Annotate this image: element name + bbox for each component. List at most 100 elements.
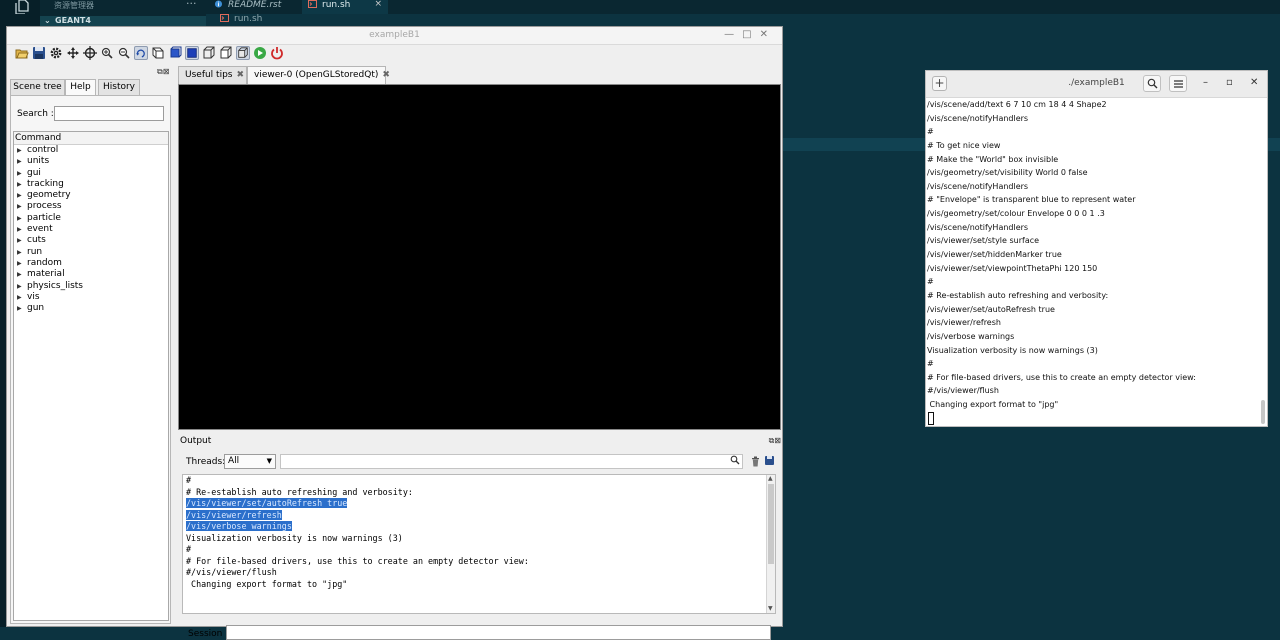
session-input[interactable]: [226, 625, 771, 640]
perspective-icon[interactable]: [151, 46, 165, 60]
zoom-in-icon[interactable]: [100, 46, 114, 60]
command-label: physics_lists: [27, 280, 83, 291]
output-filter-input[interactable]: [280, 454, 743, 469]
solid-icon[interactable]: [185, 46, 199, 60]
command-item[interactable]: ▶ event: [14, 224, 168, 235]
editor-tab-run-sh[interactable]: run.sh ×: [302, 0, 388, 14]
chevron-right-icon[interactable]: ▶: [17, 179, 27, 190]
more-actions-icon[interactable]: ···: [186, 0, 197, 10]
command-tree[interactable]: Command ▶ control ▶ units ▶ gui ▶ tracking ▶ geom…: [13, 131, 169, 621]
scroll-up-icon[interactable]: ▲: [768, 475, 773, 482]
shell-file-icon: [220, 14, 229, 22]
command-item[interactable]: ▶ vis: [14, 292, 168, 303]
maximize-icon[interactable]: ▫: [1226, 77, 1233, 88]
chevron-right-icon[interactable]: ▶: [17, 281, 27, 292]
save-icon[interactable]: [32, 46, 46, 60]
command-item[interactable]: ▶ cuts: [14, 235, 168, 246]
output-scrollbar[interactable]: ▲ ▼: [766, 475, 775, 613]
tab-useful-tips[interactable]: Useful tips ✖: [178, 66, 247, 84]
terminal-line: #: [927, 127, 934, 137]
threads-select[interactable]: All ▼: [224, 454, 276, 469]
command-item[interactable]: ▶ particle: [14, 213, 168, 224]
command-item[interactable]: ▶ material: [14, 269, 168, 280]
explorer-folder[interactable]: ⌄ GEANT4: [40, 16, 206, 26]
open-icon[interactable]: [15, 46, 29, 60]
command-item[interactable]: ▶ tracking: [14, 179, 168, 190]
output-line-text: #/vis/viewer/flush: [186, 567, 277, 577]
command-item[interactable]: ▶ geometry: [14, 190, 168, 201]
output-text[interactable]: # # Re-establish auto refreshing and verb…: [182, 474, 776, 614]
minimize-icon[interactable]: –: [1203, 77, 1208, 88]
chevron-right-icon[interactable]: ▶: [17, 213, 27, 224]
tab-help[interactable]: Help: [65, 79, 96, 96]
chevron-down-icon: ▼: [266, 457, 272, 465]
close-icon[interactable]: ✖: [382, 67, 390, 84]
chevron-right-icon[interactable]: ▶: [17, 168, 27, 179]
chevron-right-icon[interactable]: ▶: [17, 303, 27, 314]
chevron-right-icon[interactable]: ▶: [17, 247, 27, 258]
command-item[interactable]: ▶ run: [14, 247, 168, 258]
scroll-down-icon[interactable]: ▼: [768, 605, 773, 612]
terminal-scrollbar[interactable]: [1261, 400, 1265, 424]
terminal-search-button[interactable]: [1143, 75, 1161, 92]
files-icon[interactable]: [15, 0, 29, 14]
exit-icon[interactable]: [270, 46, 284, 60]
editor-tab-readme[interactable]: README.rst: [206, 0, 301, 14]
tab-history[interactable]: History: [98, 79, 140, 95]
minimize-icon[interactable]: —: [724, 29, 742, 40]
zoom-out-icon[interactable]: [117, 46, 131, 60]
gear-icon[interactable]: [49, 46, 63, 60]
run-icon[interactable]: [253, 46, 267, 60]
close-icon[interactable]: ✕: [760, 29, 776, 40]
hidden-line-icon[interactable]: [219, 46, 233, 60]
window-titlebar[interactable]: exampleB1 —□✕: [7, 27, 782, 45]
chevron-right-icon[interactable]: ▶: [17, 145, 27, 156]
scrollbar-thumb[interactable]: [768, 484, 774, 564]
command-item[interactable]: ▶ process: [14, 201, 168, 212]
surface-icon[interactable]: [236, 46, 250, 60]
command-item[interactable]: ▶ control: [14, 145, 168, 156]
ortho-icon[interactable]: [168, 46, 182, 60]
chevron-right-icon[interactable]: ▶: [17, 156, 27, 167]
command-item[interactable]: ▶ random: [14, 258, 168, 269]
command-label: tracking: [27, 178, 64, 189]
close-icon[interactable]: ×: [374, 0, 382, 9]
trash-icon[interactable]: [751, 456, 760, 467]
command-item[interactable]: ▶ gui: [14, 168, 168, 179]
command-item[interactable]: ▶ units: [14, 156, 168, 167]
command-item[interactable]: ▶ gun: [14, 303, 168, 314]
tab-scene-tree[interactable]: Scene tree: [10, 79, 65, 95]
close-icon[interactable]: ⊠: [774, 436, 781, 445]
breadcrumb-label: run.sh: [234, 14, 263, 24]
opengl-viewer[interactable]: [178, 84, 781, 430]
wireframe-icon[interactable]: [202, 46, 216, 60]
crosshair-icon[interactable]: [83, 46, 97, 60]
move-icon[interactable]: [66, 46, 80, 60]
chevron-right-icon[interactable]: ▶: [17, 190, 27, 201]
rotate-icon[interactable]: [134, 46, 148, 60]
close-icon[interactable]: ⊠: [163, 67, 170, 76]
chevron-right-icon[interactable]: ▶: [17, 258, 27, 269]
chevron-right-icon[interactable]: ▶: [17, 235, 27, 246]
terminal-menu-button[interactable]: [1169, 75, 1187, 92]
search-input[interactable]: [54, 106, 164, 121]
terminal-header[interactable]: + ./exampleB1 – ▫ ✕: [926, 71, 1267, 98]
maximize-icon[interactable]: □: [742, 29, 759, 40]
chevron-right-icon[interactable]: ▶: [17, 224, 27, 235]
terminal-output[interactable]: /vis/scene/add/text 6 7 10 cm 18 4 4 Sha…: [926, 98, 1267, 426]
command-item[interactable]: ▶ physics_lists: [14, 281, 168, 292]
terminal-prompt[interactable]: [926, 411, 1267, 426]
output-line: #: [183, 475, 775, 487]
chevron-right-icon[interactable]: ▶: [17, 201, 27, 212]
output-line: Changing export format to "jpg": [183, 579, 775, 591]
save-icon[interactable]: [765, 456, 774, 465]
close-icon[interactable]: ✕: [1250, 77, 1258, 88]
close-icon[interactable]: ✖: [236, 67, 244, 84]
chevron-right-icon[interactable]: ▶: [17, 292, 27, 303]
breadcrumb[interactable]: run.sh: [220, 14, 262, 24]
tab-viewer-0[interactable]: viewer-0 (OpenGLStoredQt) ✖: [247, 66, 390, 84]
command-label: gui: [27, 167, 41, 178]
output-line-text: /vis/viewer/set/autoRefresh true: [186, 498, 348, 508]
terminal-line: # "Envelope" is transparent blue to repr…: [927, 195, 1136, 205]
chevron-right-icon[interactable]: ▶: [17, 269, 27, 280]
